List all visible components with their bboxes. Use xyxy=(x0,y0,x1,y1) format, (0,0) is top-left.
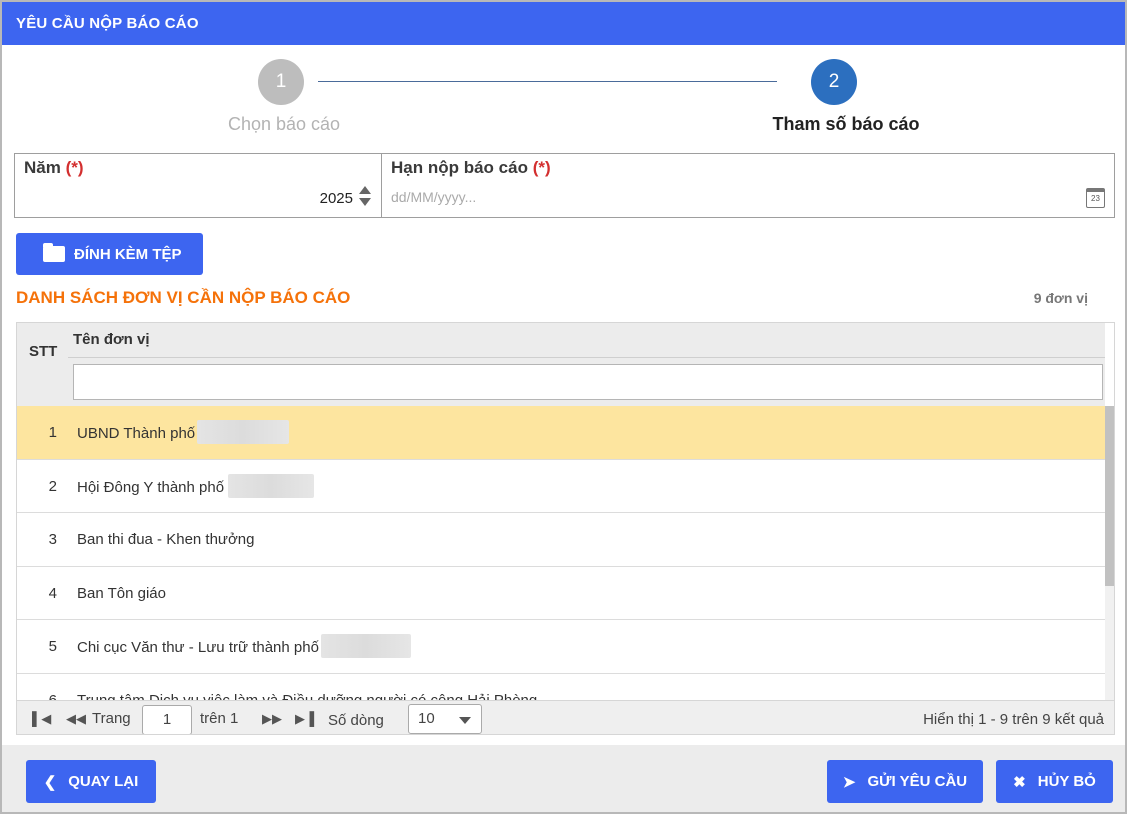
table-row[interactable]: 5 Chi cục Văn thư - Lưu trữ thành phố xyxy=(17,620,1105,674)
table-row[interactable]: 3 Ban thi đua - Khen thưởng xyxy=(17,513,1105,567)
rows-label: Số dòng xyxy=(328,712,384,729)
cancel-button[interactable]: ✖ HỦY BỎ xyxy=(996,760,1113,803)
send-icon: ➤ xyxy=(842,773,856,791)
unit-count: 9 đơn vị xyxy=(1033,290,1088,306)
year-value[interactable]: 2025 xyxy=(320,190,353,207)
column-header-name[interactable]: Tên đơn vị xyxy=(73,331,150,348)
header-divider xyxy=(68,357,1105,358)
rows-per-page-select[interactable]: 10 xyxy=(408,704,482,734)
table-row[interactable]: 6 Trung tâm Dịch vụ việc làm và Điều dưỡ… xyxy=(17,673,1105,701)
first-page-icon[interactable]: ▌◀ xyxy=(32,711,51,727)
close-icon: ✖ xyxy=(1013,773,1026,791)
row-name: UBND Thành phố xyxy=(77,420,290,444)
attach-file-button[interactable]: ĐÍNH KÈM TỆP xyxy=(16,233,203,275)
chevron-down-icon xyxy=(459,717,471,724)
deadline-label: Hạn nộp báo cáo (*) xyxy=(391,158,551,177)
rows-per-page-value: 10 xyxy=(418,710,435,727)
step-2-circle[interactable]: 2 xyxy=(811,59,857,105)
redacted-text xyxy=(320,634,411,658)
step-1-label[interactable]: Chọn báo cáo xyxy=(202,114,366,135)
table-row[interactable]: 2 Hội Đông Y thành phố xyxy=(17,459,1105,513)
row-name: Hội Đông Y thành phố xyxy=(77,473,315,498)
grid-header: STT Tên đơn vị xyxy=(17,323,1105,406)
pager: ▌◀ ◀◀ Trang 1 trên 1 ▶▶ ▶▐ Số dòng 10 Hi… xyxy=(17,700,1114,734)
dialog-title: YÊU CẦU NỘP BÁO CÁO xyxy=(2,2,1125,45)
required-mark: (*) xyxy=(532,158,551,177)
row-stt: 2 xyxy=(48,477,57,495)
redacted-text xyxy=(228,473,315,498)
row-stt: 5 xyxy=(48,638,57,655)
prev-page-icon[interactable]: ◀◀ xyxy=(66,711,86,727)
unit-list-title: DANH SÁCH ĐƠN VỊ CẦN NỘP BÁO CÁO xyxy=(16,288,351,307)
calendar-icon[interactable]: 23 xyxy=(1086,188,1105,208)
table-row[interactable]: 4 Ban Tôn giáo xyxy=(17,566,1105,620)
pager-info: Hiển thị 1 - 9 trên 9 kết quả xyxy=(923,711,1104,728)
required-mark: (*) xyxy=(65,158,84,177)
redacted-text xyxy=(197,420,290,444)
step-2-label: Tham số báo cáo xyxy=(772,114,920,134)
spin-down-icon[interactable] xyxy=(359,198,371,206)
back-label: QUAY LẠI xyxy=(68,773,139,790)
page-number-input[interactable]: 1 xyxy=(142,705,192,734)
stepper-line xyxy=(318,81,777,82)
grid-scrollbar[interactable] xyxy=(1105,406,1114,701)
grid-body: 1 UBND Thành phố 2 Hội Đông Y thành phố … xyxy=(17,406,1105,701)
year-field[interactable]: Năm (*) 2025 xyxy=(14,153,382,218)
cancel-label: HỦY BỎ xyxy=(1037,773,1096,790)
page-of-label: trên 1 xyxy=(200,710,239,727)
send-label: GỬI YÊU CẦU xyxy=(867,773,968,790)
table-row[interactable]: 1 UBND Thành phố xyxy=(17,406,1105,460)
row-stt: 3 xyxy=(48,531,57,548)
row-name: Ban thi đua - Khen thưởng xyxy=(77,531,255,548)
scroll-thumb[interactable] xyxy=(1105,406,1114,586)
next-page-icon[interactable]: ▶▶ xyxy=(262,711,282,727)
send-request-button[interactable]: ➤ GỬI YÊU CẦU xyxy=(827,760,983,803)
name-filter-input[interactable] xyxy=(73,364,1103,400)
request-report-dialog: YÊU CẦU NỘP BÁO CÁO 1 2 Chọn báo cáo Tha… xyxy=(0,0,1127,814)
folder-icon xyxy=(43,243,65,262)
spin-up-icon[interactable] xyxy=(359,186,371,194)
deadline-field[interactable]: Hạn nộp báo cáo (*) 23 xyxy=(381,153,1115,218)
year-label: Năm (*) xyxy=(24,158,84,177)
year-spinner[interactable] xyxy=(359,186,371,210)
attach-file-label: ĐÍNH KÈM TỆP xyxy=(74,245,182,263)
dialog-footer: ❮ QUAY LẠI ➤ GỬI YÊU CẦU ✖ HỦY BỎ xyxy=(2,745,1125,812)
deadline-input[interactable] xyxy=(391,189,1071,205)
step-1-circle[interactable]: 1 xyxy=(258,59,304,105)
row-stt: 1 xyxy=(48,424,57,441)
back-button[interactable]: ❮ QUAY LẠI xyxy=(26,760,156,803)
unit-grid: STT Tên đơn vị 1 UBND Thành phố 2 Hội Đô… xyxy=(16,322,1115,735)
row-name: Ban Tôn giáo xyxy=(77,584,166,602)
chevron-left-icon: ❮ xyxy=(43,773,57,791)
row-name: Chi cục Văn thư - Lưu trữ thành phố xyxy=(77,634,411,658)
column-header-stt[interactable]: STT xyxy=(29,343,57,360)
page-label: Trang xyxy=(92,710,131,727)
last-page-icon[interactable]: ▶▐ xyxy=(295,711,314,727)
row-stt: 4 xyxy=(48,584,57,602)
